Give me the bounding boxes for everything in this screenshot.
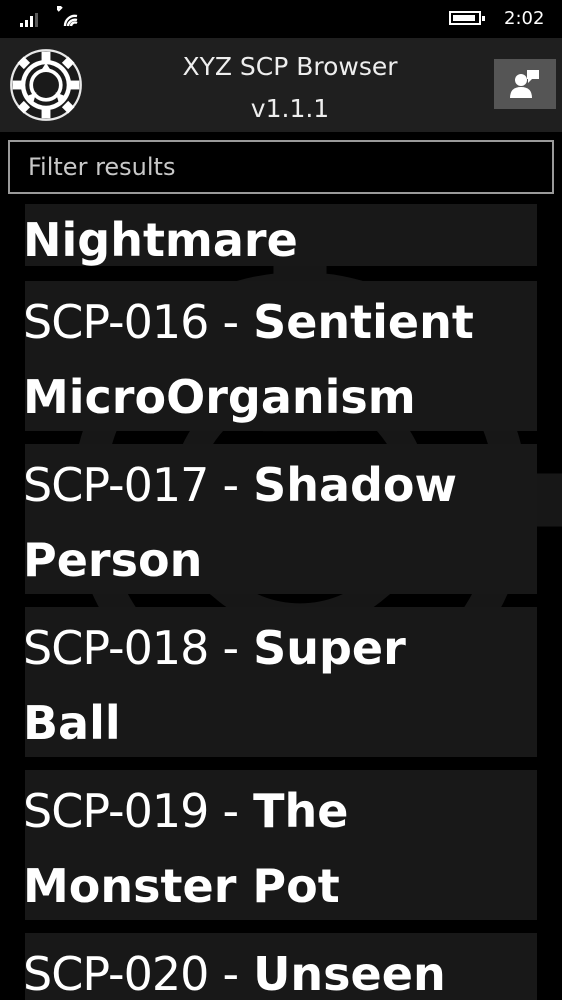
item-name-line2: Ball — [23, 696, 121, 750]
person-chat-icon — [510, 70, 539, 98]
results-list[interactable]: Nightmare SCP-016- Sentient MicroOrganism… — [0, 200, 562, 1000]
battery-icon — [449, 11, 485, 25]
item-name-line1: Unseen — [253, 947, 446, 1000]
list-item[interactable]: SCP-020- Unseen — [23, 933, 537, 1000]
scp-foundation-logo-icon[interactable] — [9, 48, 83, 122]
item-name-line1: The — [253, 784, 349, 838]
item-name-line2: MicroOrganism — [23, 370, 416, 424]
list-item[interactable]: SCP-018- Super Ball — [23, 607, 537, 757]
item-separator: - — [222, 784, 240, 838]
item-separator: - — [222, 295, 240, 349]
item-name-line1: Super — [253, 621, 406, 675]
status-time: 2:02 — [504, 8, 545, 29]
item-separator: - — [222, 458, 240, 512]
item-number: SCP-017 — [23, 458, 209, 512]
item-number: SCP-018 — [23, 621, 209, 675]
profile-button[interactable] — [494, 59, 556, 109]
item-number: SCP-016 — [23, 295, 209, 349]
item-name-line2: Nightmare — [23, 213, 298, 267]
list-item[interactable]: SCP-019- The Monster Pot — [23, 770, 537, 920]
item-separator: - — [222, 947, 240, 1000]
item-name-line2: Person — [23, 533, 203, 587]
list-item[interactable]: SCP-017- Shadow Person — [23, 444, 537, 594]
signal-icon — [20, 11, 42, 27]
list-item[interactable]: SCP-016- Sentient MicroOrganism — [23, 281, 537, 431]
item-name-line1: Shadow — [253, 458, 458, 512]
app-header: XYZ SCP Browser v1.1.1 — [0, 38, 562, 132]
list-item[interactable]: Nightmare — [23, 204, 537, 267]
app-version: v1.1.1 — [250, 94, 330, 123]
item-number: SCP-020 — [23, 947, 209, 1000]
item-separator: - — [222, 621, 240, 675]
item-name-line1: Sentient — [253, 295, 474, 349]
item-name-line2: Monster Pot — [23, 859, 340, 913]
status-bar: 2:02 — [0, 0, 562, 38]
search-input[interactable] — [8, 140, 554, 194]
wifi-icon — [57, 6, 78, 27]
item-number: SCP-019 — [23, 784, 209, 838]
app-title: XYZ SCP Browser — [182, 52, 398, 81]
